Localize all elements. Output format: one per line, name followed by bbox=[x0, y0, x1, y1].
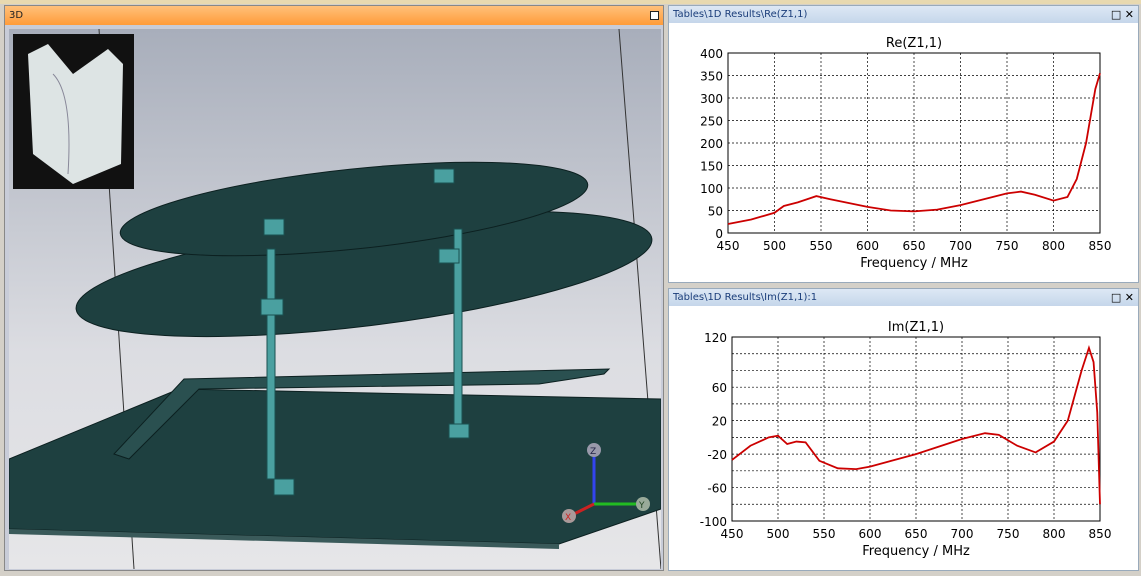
maximize-button[interactable]: □ bbox=[1111, 291, 1121, 304]
y-tick-label: 250 bbox=[700, 115, 723, 129]
im-panel-title: Tables\1D Results\Im(Z1,1):1 bbox=[673, 292, 818, 303]
svg-text:Z: Z bbox=[590, 447, 596, 457]
status-bar bbox=[0, 571, 1141, 576]
y-tick-label: 60 bbox=[712, 381, 727, 395]
x-tick-label: 800 bbox=[1042, 239, 1065, 253]
x-tick-label: 500 bbox=[763, 239, 786, 253]
y-tick-label: 120 bbox=[704, 331, 727, 345]
re-z11-panel: Tables\1D Results\Re(Z1,1) □ ✕ 450 500 550 6… bbox=[668, 5, 1139, 283]
y-tick-label: 200 bbox=[700, 137, 723, 151]
re-panel-titlebar: Tables\1D Results\Re(Z1,1) □ ✕ bbox=[669, 6, 1138, 23]
ground-plane bbox=[8, 388, 662, 545]
view-3d-pane: 3D Z Y X bbox=[4, 5, 664, 571]
x-tick-label: 850 bbox=[1089, 239, 1112, 253]
im-panel-titlebar: Tables\1D Results\Im(Z1,1):1 □ ✕ bbox=[669, 289, 1138, 306]
x-tick-label: 750 bbox=[996, 239, 1019, 253]
y-tick-label: 20 bbox=[712, 415, 727, 429]
im-z11-panel: Tables\1D Results\Im(Z1,1):1 □ ✕ 450 500 55… bbox=[668, 288, 1139, 571]
x-tick-label: 700 bbox=[949, 239, 972, 253]
standoff-rod bbox=[266, 248, 276, 480]
x-tick-label: 550 bbox=[810, 239, 833, 253]
re-z11-chart: 450 500 550 600 650 700 750 800 850 0 50 100 150 200 2… bbox=[700, 36, 1112, 271]
x-tick-label: 600 bbox=[856, 239, 879, 253]
close-button[interactable]: ✕ bbox=[1125, 8, 1134, 21]
view-3d-title: 3D bbox=[9, 10, 24, 21]
x-tick-label: 850 bbox=[1089, 527, 1112, 541]
chart-title: Re(Z1,1) bbox=[886, 36, 942, 51]
x-axis-label: Frequency / MHz bbox=[862, 544, 970, 559]
x-tick-label: 700 bbox=[951, 527, 974, 541]
x-tick-label: 650 bbox=[903, 239, 926, 253]
y-tick-label: 100 bbox=[700, 182, 723, 196]
x-tick-label: 450 bbox=[721, 527, 744, 541]
im-z11-chart: 450 500 550 600 650 700 750 800 850 -100 -60 -20 20 6… bbox=[700, 320, 1112, 559]
chart-title: Im(Z1,1) bbox=[888, 320, 944, 335]
y-tick-label: 300 bbox=[700, 92, 723, 106]
y-tick-label: 400 bbox=[700, 47, 723, 61]
photo-thumbnail bbox=[13, 34, 134, 189]
svg-text:X: X bbox=[565, 513, 571, 523]
svg-text:Y: Y bbox=[638, 501, 645, 511]
x-tick-label: 600 bbox=[859, 527, 882, 541]
x-tick-label: 750 bbox=[997, 527, 1020, 541]
y-tick-label: 350 bbox=[700, 70, 723, 84]
y-tick-label: 150 bbox=[700, 160, 723, 174]
x-tick-label: 800 bbox=[1043, 527, 1066, 541]
x-tick-label: 450 bbox=[717, 239, 740, 253]
maximize-button[interactable]: □ bbox=[1111, 8, 1121, 21]
close-button[interactable]: ✕ bbox=[1125, 291, 1134, 304]
y-tick-label: -20 bbox=[707, 448, 727, 462]
x-tick-label: 500 bbox=[767, 527, 790, 541]
y-tick-label: -60 bbox=[707, 482, 727, 496]
y-tick-label: -100 bbox=[700, 515, 727, 529]
y-tick-label: 0 bbox=[715, 227, 723, 241]
maximize-button[interactable] bbox=[650, 11, 659, 20]
top-toolbar-strip bbox=[0, 0, 1141, 4]
x-tick-label: 650 bbox=[905, 527, 928, 541]
view-3d-titlebar: 3D bbox=[5, 6, 663, 25]
x-axis-label: Frequency / MHz bbox=[860, 256, 968, 271]
re-panel-title: Tables\1D Results\Re(Z1,1) bbox=[673, 9, 808, 20]
x-tick-label: 550 bbox=[813, 527, 836, 541]
y-tick-label: 50 bbox=[708, 205, 723, 219]
